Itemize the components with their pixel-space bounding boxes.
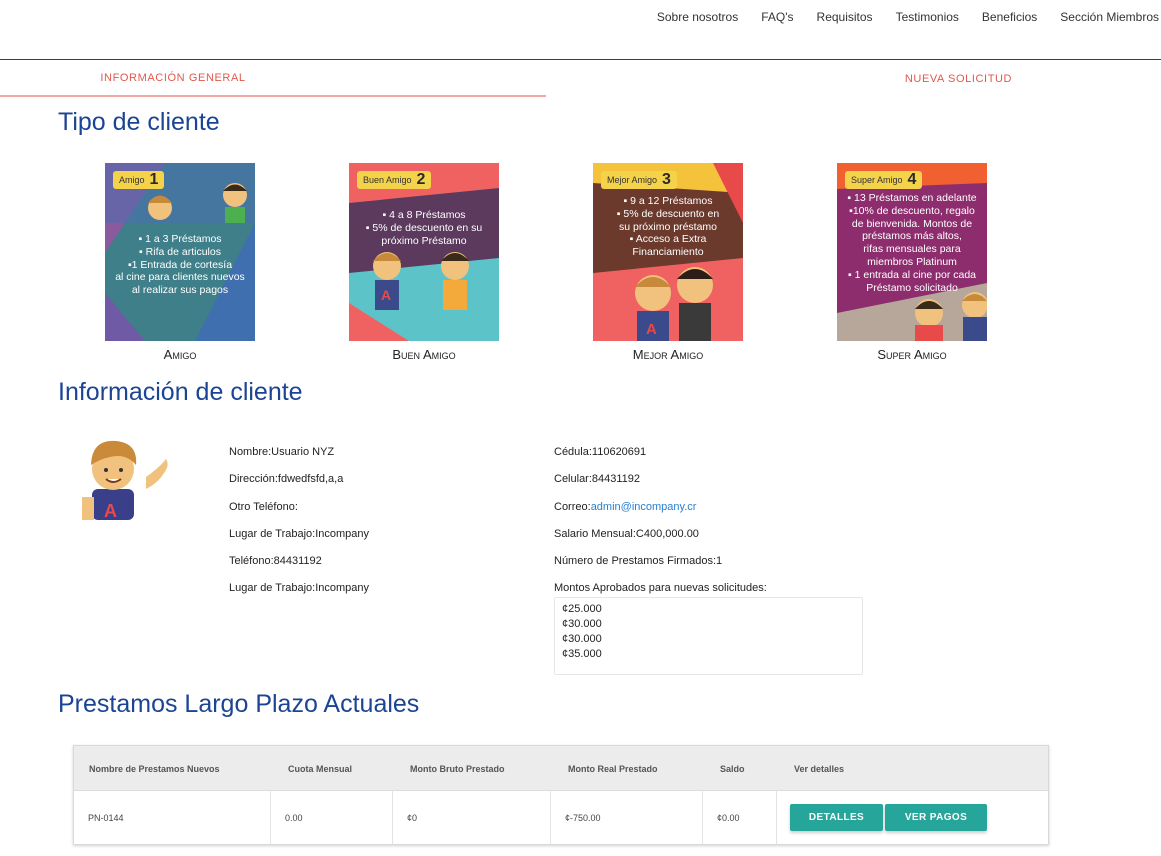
client-correo: Correo:admin@incompany.cr xyxy=(554,501,696,513)
top-navigation: Sobre nosotros FAQ's Requisitos Testimon… xyxy=(0,0,1161,60)
cell-nombre: PN-0144 xyxy=(74,791,271,845)
column-header-ver-detalles: Ver detalles xyxy=(794,763,845,774)
tier-buen-amigo: A Buen Amigo 2 ▪ 4 a 8 Préstamos ▪ 5% de d… xyxy=(349,163,499,362)
monto-item: ¢35.000 xyxy=(562,648,602,660)
svg-text:A: A xyxy=(381,287,391,303)
monto-item: ¢30.000 xyxy=(562,633,602,645)
tier-badge: Amigo 1 xyxy=(113,171,165,189)
nav-item-faqs[interactable]: FAQ's xyxy=(761,10,793,24)
tier-card-amigo: Amigo 1 ▪ 1 a 3 Préstamos ▪ Rifa de articu… xyxy=(105,163,255,341)
cell-bruto: ¢0 xyxy=(393,791,551,845)
client-salario: Salario Mensual:C400,000.00 xyxy=(554,528,699,540)
client-cedula: Cédula:110620691 xyxy=(554,446,647,458)
tier-badge: Buen Amigo 2 xyxy=(357,171,432,189)
tier-caption: Buen Amigo xyxy=(392,347,456,362)
prestamos-table: Nombre de Prestamos Nuevos Cuota Mensual… xyxy=(73,745,1049,845)
tier-card-buen-amigo: A Buen Amigo 2 ▪ 4 a 8 Préstamos ▪ 5% de d… xyxy=(349,163,499,341)
column-header-nombre: Nombre de Prestamos Nuevos xyxy=(89,763,220,774)
tier-amigo: Amigo 1 ▪ 1 a 3 Préstamos ▪ Rifa de articu… xyxy=(105,163,255,362)
client-direccion: Dirección:fdwedfsfd,a,a xyxy=(229,473,344,485)
cell-cuota: 0.00 xyxy=(271,791,393,845)
section-title-prestamos: Prestamos Largo Plazo Actuales xyxy=(58,690,420,718)
table-row: PN-0144 0.00 ¢0 ¢-750.00 ¢0.00 Detalles … xyxy=(74,791,1048,845)
cell-saldo: ¢0.00 xyxy=(703,791,777,845)
svg-text:A: A xyxy=(646,321,657,338)
tier-background-art: A xyxy=(349,163,499,341)
nav-item-requisitos[interactable]: Requisitos xyxy=(817,10,873,24)
tab-nueva-solicitud[interactable]: Nueva Solicitud xyxy=(546,61,1161,97)
correo-label: Correo: xyxy=(554,501,591,513)
tier-super-amigo: Super Amigo 4 ▪ 13 Préstamos en adelante ▪… xyxy=(837,163,987,362)
cell-real: ¢-750.00 xyxy=(551,791,703,845)
detalles-button[interactable]: Detalles xyxy=(790,804,883,831)
nav-item-beneficios[interactable]: Beneficios xyxy=(982,10,1037,24)
monto-item: ¢25.000 xyxy=(562,603,602,615)
tier-badge: Mejor Amigo 3 xyxy=(601,171,677,189)
table-header: Nombre de Prestamos Nuevos Cuota Mensual… xyxy=(74,746,1048,791)
tier-description: ▪ 4 a 8 Préstamos ▪ 5% de descuento en su… xyxy=(365,209,483,247)
tier-caption: Super Amigo xyxy=(877,347,947,362)
tier-description: ▪ 9 a 12 Préstamos ▪ 5% de descuento en su… xyxy=(616,195,720,259)
nav-item-seccion-miembros[interactable]: Sección Miembros xyxy=(1060,10,1159,24)
column-header-saldo: Saldo xyxy=(720,763,745,774)
section-title-informacion-cliente: Información de cliente xyxy=(58,378,303,406)
nav-item-sobre-nosotros[interactable]: Sobre nosotros xyxy=(657,10,738,24)
nav-item-testimonios[interactable]: Testimonios xyxy=(896,10,959,24)
nav-list: Sobre nosotros FAQ's Requisitos Testimon… xyxy=(634,10,1159,24)
column-header-cuota: Cuota Mensual xyxy=(288,763,353,774)
client-lugar-trabajo: Lugar de Trabajo:Incompany xyxy=(229,528,370,540)
tab-bar: Información General Nueva Solicitud xyxy=(0,61,1161,97)
client-telefono: Teléfono:84431192 xyxy=(229,555,322,567)
ver-pagos-button[interactable]: Ver pagos xyxy=(885,804,987,831)
client-celular: Celular:84431192 xyxy=(554,473,641,485)
column-header-real: Monto Real Prestado xyxy=(568,763,658,774)
client-lugar-trabajo-2: Lugar de Trabajo:Incompany xyxy=(229,582,370,594)
client-montos-label: Montos Aprobados para nuevas solicitudes… xyxy=(554,582,767,594)
tier-card-mejor-amigo: A Mejor Amigo 3 ▪ 9 a 12 Préstamos ▪ 5% de… xyxy=(593,163,743,341)
client-numero-prestamos: Número de Prestamos Firmados:1 xyxy=(554,555,723,567)
client-otro-telefono: Otro Teléfono: xyxy=(229,501,298,513)
tier-description: ▪ 13 Préstamos en adelante ▪10% de descue… xyxy=(847,192,977,294)
column-header-bruto: Monto Bruto Prestado xyxy=(410,763,505,774)
svg-text:A: A xyxy=(104,501,117,520)
avatar: A xyxy=(80,437,175,520)
tier-card-super-amigo: Super Amigo 4 ▪ 13 Préstamos en adelante ▪… xyxy=(837,163,987,341)
email-link[interactable]: admin@incompany.cr xyxy=(591,501,697,513)
tier-caption: Mejor Amigo xyxy=(632,347,704,362)
tab-informacion-general[interactable]: Información General xyxy=(0,61,546,97)
tier-caption: Amigo xyxy=(163,347,197,362)
tier-description: ▪ 1 a 3 Préstamos ▪ Rifa de articulos ▪1 E… xyxy=(115,233,245,297)
monto-item: ¢30.000 xyxy=(562,618,602,630)
section-title-tipo-cliente: Tipo de cliente xyxy=(58,108,220,136)
tier-mejor-amigo: A Mejor Amigo 3 ▪ 9 a 12 Préstamos ▪ 5% de… xyxy=(593,163,743,362)
tier-badge: Super Amigo 4 xyxy=(845,171,923,189)
montos-aprobados-list[interactable]: ¢25.000 ¢30.000 ¢30.000 ¢35.000 xyxy=(554,597,863,675)
client-nombre: Nombre:Usuario NYZ xyxy=(229,446,335,458)
